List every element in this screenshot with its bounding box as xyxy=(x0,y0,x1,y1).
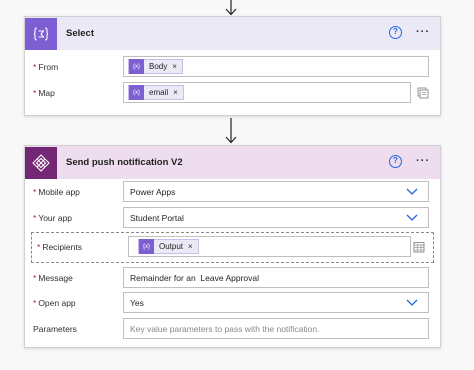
parameters-label: Parameters xyxy=(33,324,77,334)
switch-to-text-mode-icon[interactable] xyxy=(417,87,429,99)
your-app-label: * Your app xyxy=(33,213,73,223)
select-card-title: Select xyxy=(66,28,94,39)
from-label: * From xyxy=(33,62,59,72)
remove-token-icon[interactable]: × xyxy=(172,62,177,71)
mobile-app-dropdown[interactable]: Power Apps xyxy=(123,181,429,202)
remove-token-icon[interactable]: × xyxy=(173,88,178,97)
your-app-row: * Your app Student Portal xyxy=(25,207,440,229)
open-app-dropdown[interactable]: Yes xyxy=(123,292,429,313)
flow-arrow-top xyxy=(225,0,237,16)
message-label: * Message xyxy=(33,273,73,283)
open-app-label: * Open app xyxy=(33,298,76,308)
parameters-input[interactable]: Key value parameters to pass with the no… xyxy=(123,318,429,339)
body-token[interactable]: {x} Body × xyxy=(128,59,183,74)
mobile-app-row: * Mobile app Power Apps xyxy=(25,181,440,203)
parameters-row: Parameters Key value parameters to pass … xyxy=(25,318,440,340)
chevron-down-icon xyxy=(406,299,418,306)
push-card-header[interactable]: Send push notification V2 ? ··· xyxy=(25,146,440,179)
power-apps-icon xyxy=(25,146,57,179)
map-field[interactable]: {x} email × xyxy=(123,82,411,103)
message-row: * Message Remainder for an Leave Approval xyxy=(25,267,440,289)
switch-to-table-mode-icon[interactable] xyxy=(413,241,425,253)
from-row: * From {x} Body × xyxy=(25,56,440,78)
mobile-app-label: * Mobile app xyxy=(33,187,80,197)
flow-arrow-middle xyxy=(225,118,237,144)
recipients-label: * Recipients xyxy=(37,242,82,252)
map-row: * Map {x} email × xyxy=(25,82,440,104)
output-token[interactable]: {x} Output × xyxy=(138,239,199,254)
push-card-title: Send push notification V2 xyxy=(66,157,183,168)
recipients-field[interactable]: {x} Output × xyxy=(128,236,411,257)
email-token[interactable]: {x} email × xyxy=(128,85,184,100)
help-icon[interactable]: ? xyxy=(389,155,402,168)
expression-icon: {x} xyxy=(129,59,144,74)
more-options-icon[interactable]: ··· xyxy=(416,155,430,167)
more-options-icon[interactable]: ··· xyxy=(416,26,430,38)
from-field[interactable]: {x} Body × xyxy=(123,56,429,77)
data-operation-icon xyxy=(25,17,57,50)
push-notification-card: Send push notification V2 ? ··· * Mobile … xyxy=(24,145,441,348)
open-app-row: * Open app Yes xyxy=(25,292,440,314)
chevron-down-icon xyxy=(406,188,418,195)
expression-icon: {x} xyxy=(129,85,144,100)
remove-token-icon[interactable]: × xyxy=(188,242,193,251)
chevron-down-icon xyxy=(406,214,418,221)
your-app-dropdown[interactable]: Student Portal xyxy=(123,207,429,228)
map-label: * Map xyxy=(33,88,55,98)
recipients-row: * Recipients {x} Output × xyxy=(25,236,440,258)
message-input[interactable]: Remainder for an Leave Approval xyxy=(123,267,429,288)
select-card: Select ? ··· * From {x} Body × * Map {x} e… xyxy=(24,16,441,116)
help-icon[interactable]: ? xyxy=(389,26,402,39)
select-card-header[interactable]: Select ? ··· xyxy=(25,17,440,50)
expression-icon: {x} xyxy=(139,239,154,254)
